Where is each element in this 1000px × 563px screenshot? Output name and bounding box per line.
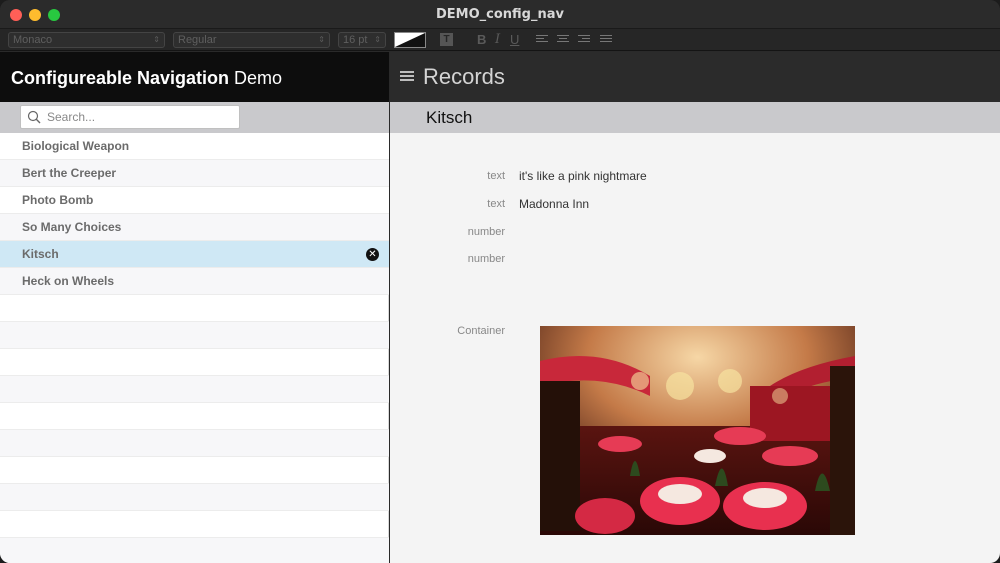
list-item-label: Biological Weapon (22, 139, 130, 153)
empty-row (0, 511, 389, 538)
size-select-value: 16 pt (343, 34, 368, 46)
empty-row (0, 457, 389, 484)
search-bar (0, 102, 389, 133)
font-select-value: Monaco (13, 34, 53, 46)
app-header: Configureable Navigation Demo (0, 52, 389, 102)
record-list: Biological Weapon Bert the Creeper Photo… (0, 133, 389, 563)
empty-row (0, 349, 389, 376)
records-header: Records (390, 52, 1000, 102)
list-item-selected[interactable]: Kitsch ✕ (0, 241, 389, 268)
list-item[interactable]: So Many Choices (0, 214, 389, 241)
search-icon (27, 110, 41, 124)
app-title: Configureable Navigation Demo (11, 68, 282, 89)
menu-icon[interactable] (400, 71, 414, 83)
style-select[interactable]: Regular ⇕ (173, 32, 330, 48)
list-item-label: Photo Bomb (22, 193, 94, 207)
list-item[interactable]: Photo Bomb (0, 187, 389, 214)
title-bar: DEMO_config_nav (0, 0, 1000, 29)
align-center-icon[interactable] (557, 35, 569, 45)
field-label: number (467, 226, 505, 238)
record-detail-panel: Records Kitsch text it's like a pink nig… (390, 52, 1000, 563)
list-item-label: So Many Choices (22, 220, 122, 234)
app-title-bold: Configureable Navigation (11, 68, 230, 88)
record-name-bar: Kitsch (390, 102, 1000, 133)
style-select-value: Regular (178, 34, 217, 46)
size-select[interactable]: 16 pt ⇕ (338, 32, 386, 48)
field-value[interactable]: it's like a pink nightmare (519, 169, 647, 183)
list-item[interactable]: Heck on Wheels (0, 268, 389, 295)
field-value[interactable]: Madonna Inn (519, 197, 589, 211)
record-name: Kitsch (426, 108, 473, 127)
empty-row (0, 430, 389, 457)
container-photo[interactable] (540, 326, 855, 535)
window-title: DEMO_config_nav (436, 7, 564, 22)
list-item[interactable]: Bert the Creeper (0, 160, 389, 187)
italic-button[interactable]: I (495, 31, 500, 49)
field-label: text (487, 198, 505, 210)
search-input[interactable] (47, 106, 237, 128)
list-item[interactable]: Biological Weapon (0, 133, 389, 160)
empty-row (0, 403, 389, 430)
align-justify-icon[interactable] (600, 35, 612, 45)
select-arrows-icon: ⇕ (374, 35, 381, 44)
empty-row (0, 376, 389, 403)
underline-button[interactable]: U (510, 31, 519, 49)
text-color-icon[interactable]: T (440, 33, 453, 46)
fill-color-swatch[interactable] (394, 32, 426, 48)
list-item-label: Heck on Wheels (22, 274, 115, 288)
field-label: text (487, 170, 505, 182)
select-arrows-icon: ⇕ (318, 35, 325, 44)
empty-row (0, 484, 389, 511)
empty-row (0, 295, 389, 322)
align-left-icon[interactable] (536, 35, 548, 45)
format-toolbar: Monaco ⇕ Regular ⇕ 16 pt ⇕ T B I U (0, 29, 1000, 51)
field-label: Container (457, 325, 505, 337)
empty-row (0, 322, 389, 349)
select-arrows-icon: ⇕ (153, 35, 160, 44)
app-window: DEMO_config_nav Monaco ⇕ Regular ⇕ 16 pt… (0, 0, 1000, 563)
font-select[interactable]: Monaco ⇕ (8, 32, 165, 48)
empty-row (0, 538, 389, 563)
align-right-icon[interactable] (578, 35, 590, 45)
list-item-label: Bert the Creeper (22, 166, 117, 180)
list-item-label: Kitsch (22, 247, 59, 261)
bold-button[interactable]: B (477, 31, 486, 49)
app-title-light: Demo (234, 68, 283, 88)
navigation-panel: Configureable Navigation Demo Biological… (0, 52, 389, 563)
delete-record-icon[interactable]: ✕ (366, 248, 379, 261)
search-box[interactable] (20, 105, 240, 129)
field-label: number (467, 253, 505, 265)
records-title: Records (423, 64, 505, 89)
